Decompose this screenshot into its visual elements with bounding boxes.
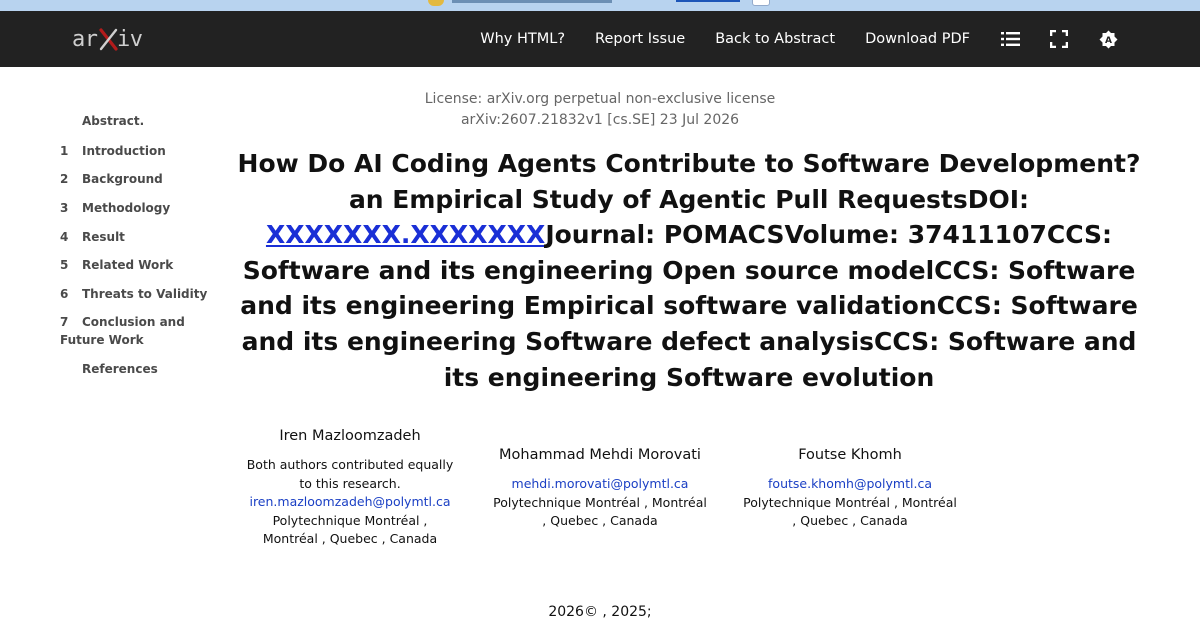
report-issue-link[interactable]: Report Issue xyxy=(595,31,685,47)
toc-item-methodology[interactable]: 3 Methodology xyxy=(60,199,210,217)
toc-item-number: 1 xyxy=(60,144,69,158)
toc-item-label: Threats to Validity xyxy=(82,287,208,301)
toc-item-label: Related Work xyxy=(82,258,174,272)
download-pdf-link[interactable]: Download PDF xyxy=(865,31,970,47)
author-card: Foutse Khomh foutse.khomh@polymtl.ca Pol… xyxy=(740,445,960,531)
arxiv-id-line: arXiv:2607.21832v1 [cs.SE] 23 Jul 2026 xyxy=(460,112,740,128)
author-affiliation: Polytechnique Montréal , Montréal , Queb… xyxy=(743,494,957,529)
toc-item-label: Conclusion and Future Work xyxy=(60,315,185,347)
author-name: Iren Mazloomzadeh xyxy=(279,428,421,444)
nav-links: Why HTML? Report Issue Back to Abstract … xyxy=(480,11,1200,67)
toc-item-threats-to-validity[interactable]: 6 Threats to Validity xyxy=(60,285,210,303)
browser-notification-strip xyxy=(0,0,1200,11)
toc-item-references[interactable]: References xyxy=(60,360,210,378)
author-card: Iren Mazloomzadeh Both authors contribut… xyxy=(240,426,460,549)
toc-item-conclusion[interactable]: 7 Conclusion and Future Work xyxy=(60,313,190,349)
toc-item-number: 4 xyxy=(60,230,69,244)
top-navbar: ar iv Why HTML? Report Issue Back to Abs… xyxy=(0,11,1200,67)
author-name: Mohammad Mehdi Morovati xyxy=(499,447,701,463)
author-email[interactable]: mehdi.morovati@polymtl.ca xyxy=(490,475,710,494)
toc-item-number: 6 xyxy=(60,287,69,301)
toc-item-label: References xyxy=(82,362,158,376)
settings-icon[interactable]: A xyxy=(1098,29,1118,49)
why-html-link[interactable]: Why HTML? xyxy=(480,31,565,47)
notification-text xyxy=(452,0,612,3)
toc-item-label: Introduction xyxy=(82,144,166,158)
author-card: Mohammad Mehdi Morovati mehdi.morovati@p… xyxy=(490,445,710,531)
doi-link[interactable]: XXXXXXX.XXXXXXX xyxy=(266,220,545,249)
toc-item-number: 7 xyxy=(60,315,69,329)
arxiv-logo[interactable]: ar iv xyxy=(72,23,144,55)
copyright-line: 2026© , 2025; xyxy=(548,604,652,620)
notification-icon xyxy=(428,0,444,6)
notification-link[interactable] xyxy=(676,0,740,2)
toc-item-number: 2 xyxy=(60,172,69,186)
back-to-abstract-link[interactable]: Back to Abstract xyxy=(715,31,835,47)
title-text-part1: How Do AI Coding Agents Contribute to So… xyxy=(237,149,1141,214)
toc-item-number: 5 xyxy=(60,258,69,272)
svg-text:A: A xyxy=(1105,36,1112,46)
toc-item-label: Result xyxy=(82,230,125,244)
list-icon[interactable] xyxy=(1000,29,1020,49)
toc-item-number: 3 xyxy=(60,201,69,215)
author-affiliation: Polytechnique Montréal , Montréal , Queb… xyxy=(493,494,707,529)
arxiv-logo-mark: ar iv xyxy=(72,27,143,52)
author-name: Foutse Khomh xyxy=(798,447,902,463)
toc-item-label: Methodology xyxy=(82,201,171,215)
paper-title: How Do AI Coding Agents Contribute to So… xyxy=(224,146,1154,395)
toc-item-background[interactable]: 2 Background xyxy=(60,170,210,188)
license-line: License: arXiv.org perpetual non-exclusi… xyxy=(424,91,776,107)
author-email[interactable]: foutse.khomh@polymtl.ca xyxy=(740,475,960,494)
author-email[interactable]: iren.mazloomzadeh@polymtl.ca xyxy=(240,493,460,512)
toc-item-related-work[interactable]: 5 Related Work xyxy=(60,256,210,274)
toc-item-introduction[interactable]: 1 Introduction xyxy=(60,142,210,160)
toc-item-label: Background xyxy=(82,172,163,186)
fullscreen-icon[interactable] xyxy=(1049,29,1069,49)
toc-item-result[interactable]: 4 Result xyxy=(60,228,210,246)
svg-text:ar: ar xyxy=(72,27,98,52)
notification-close-button[interactable] xyxy=(752,0,770,6)
author-affiliation: Polytechnique Montréal , Montréal , Queb… xyxy=(262,512,438,547)
author-note: Both authors contributed equally to this… xyxy=(246,457,454,491)
svg-text:iv: iv xyxy=(117,27,143,52)
